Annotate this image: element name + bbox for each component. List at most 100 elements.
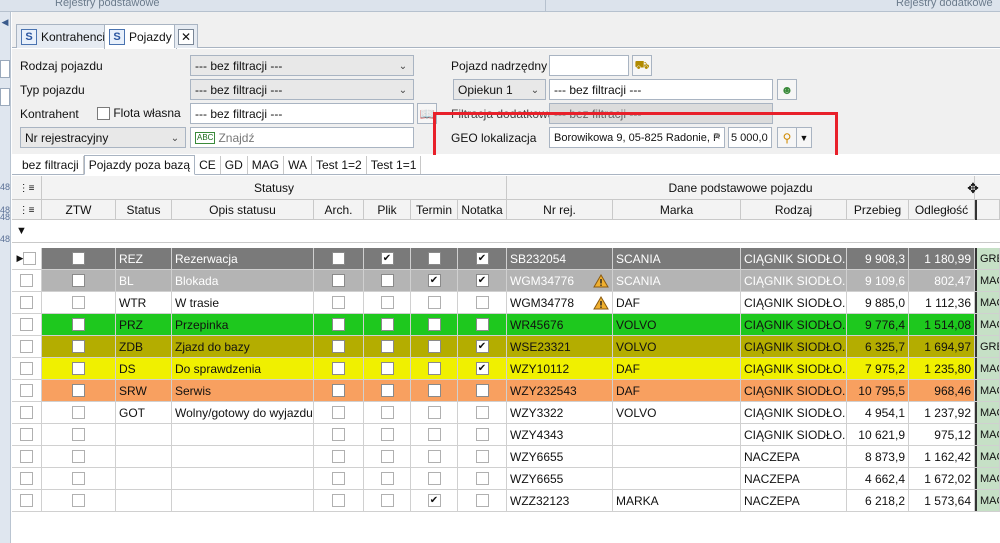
geo-address-input[interactable]: Borowikowa 9, 05-825 Radonie, P ✕: [549, 127, 725, 148]
cell-plik[interactable]: [364, 270, 411, 291]
table-row[interactable]: ▶ REZ Rezerwacja ✔ ✔ SB232054 SCANIA CIĄGNIK SI…: [12, 248, 1000, 270]
termin-checkbox[interactable]: [427, 318, 441, 331]
cell-termin[interactable]: [411, 358, 458, 379]
cell-sel[interactable]: [12, 270, 42, 291]
header-plik[interactable]: Plik: [364, 200, 411, 220]
cell-arch[interactable]: [314, 380, 364, 401]
plik-checkbox[interactable]: [380, 274, 394, 287]
cell-ztw[interactable]: [42, 270, 116, 291]
cell-notatka[interactable]: [458, 292, 507, 313]
arch-checkbox[interactable]: [332, 318, 345, 331]
row-select-checkbox[interactable]: [20, 340, 33, 353]
cell-ztw[interactable]: [42, 446, 116, 467]
arch-checkbox[interactable]: [332, 450, 345, 463]
cell-plik[interactable]: ✔: [364, 248, 411, 269]
table-row[interactable]: WZY6655 NACZEPA4 662,41 672,02MAG: [12, 468, 1000, 490]
cell-arch[interactable]: [314, 358, 364, 379]
plik-checkbox[interactable]: [380, 450, 394, 463]
znajdz-search-input[interactable]: ABC Znajdź: [190, 127, 414, 148]
termin-checkbox[interactable]: ✔: [427, 274, 441, 287]
table-row[interactable]: ✔ WZZ32123 MARKANACZEPA6 218,21 573,64MAG: [12, 490, 1000, 512]
arch-checkbox[interactable]: [332, 340, 345, 353]
cell-ztw[interactable]: [42, 402, 116, 423]
cell-termin[interactable]: ✔: [411, 490, 458, 511]
cell-termin[interactable]: [411, 468, 458, 489]
quick-tab-wa[interactable]: WA: [284, 156, 312, 174]
column-chooser-icon[interactable]: ⋮≡: [12, 176, 42, 200]
row-select-checkbox[interactable]: [20, 296, 33, 309]
notatka-checkbox[interactable]: ✔: [475, 252, 489, 265]
table-row[interactable]: DS Do sprawdzenia ✔ WZY10112 DAF CIĄGNIK SIOD…: [12, 358, 1000, 380]
header-notatka[interactable]: Notatka: [458, 200, 507, 220]
header-termin[interactable]: Termin: [411, 200, 458, 220]
termin-checkbox[interactable]: [427, 428, 441, 441]
cell-arch[interactable]: [314, 270, 364, 291]
ztw-checkbox[interactable]: [72, 340, 85, 353]
cell-notatka[interactable]: [458, 446, 507, 467]
ztw-checkbox[interactable]: [72, 450, 85, 463]
cell-termin[interactable]: [411, 424, 458, 445]
plik-checkbox[interactable]: ✔: [380, 252, 394, 265]
plik-checkbox[interactable]: [380, 494, 394, 507]
cell-termin[interactable]: [411, 248, 458, 269]
row-select-checkbox[interactable]: [20, 472, 33, 485]
typ-pojazdu-select[interactable]: --- bez filtracji --- ⌄: [190, 79, 414, 100]
notatka-checkbox[interactable]: [475, 318, 489, 331]
cell-sel[interactable]: [12, 292, 42, 313]
plik-checkbox[interactable]: [380, 428, 394, 441]
arch-checkbox[interactable]: [332, 384, 345, 397]
tab-pojazdy[interactable]: S Pojazdy: [104, 24, 177, 49]
plik-checkbox[interactable]: [380, 406, 394, 419]
cell-termin[interactable]: [411, 292, 458, 313]
cell-termin[interactable]: [411, 314, 458, 335]
close-tab-button[interactable]: ✕: [174, 24, 198, 48]
header-marka[interactable]: Marka: [613, 200, 741, 220]
cell-notatka[interactable]: [458, 490, 507, 511]
table-row[interactable]: GOT Wolny/gotowy do wyjazdu WZY3322 VOLVO CI…: [12, 402, 1000, 424]
opiekun-filter-input[interactable]: --- bez filtracji ---: [549, 79, 773, 100]
table-row[interactable]: SRW Serwis WZY232543 DAF CIĄGNIK SIODŁO... 10…: [12, 380, 1000, 402]
notatka-checkbox[interactable]: [475, 472, 489, 485]
cell-plik[interactable]: [364, 402, 411, 423]
cell-arch[interactable]: [314, 292, 364, 313]
cell-notatka[interactable]: [458, 402, 507, 423]
row-select-checkbox[interactable]: [20, 428, 33, 441]
plik-checkbox[interactable]: [380, 318, 394, 331]
cell-ztw[interactable]: [42, 468, 116, 489]
cell-ztw[interactable]: [42, 380, 116, 401]
ztw-checkbox[interactable]: [72, 428, 85, 441]
ztw-checkbox[interactable]: [72, 406, 85, 419]
plik-checkbox[interactable]: [380, 384, 394, 397]
cell-plik[interactable]: [364, 292, 411, 313]
ztw-checkbox[interactable]: [72, 472, 85, 485]
notatka-checkbox[interactable]: ✔: [475, 362, 489, 375]
termin-checkbox[interactable]: [427, 296, 441, 309]
notatka-checkbox[interactable]: ✔: [475, 274, 489, 287]
cell-notatka[interactable]: [458, 380, 507, 401]
cell-ztw[interactable]: [42, 358, 116, 379]
table-row[interactable]: WZY4343 CIĄGNIK SIODŁO... 10 621,9 975,12 MA…: [12, 424, 1000, 446]
ztw-checkbox[interactable]: [72, 318, 85, 331]
row-select-checkbox[interactable]: [20, 274, 33, 287]
row-select-checkbox[interactable]: [20, 362, 33, 375]
cell-arch[interactable]: [314, 424, 364, 445]
table-row[interactable]: PRZ Przepinka WR45676 VOLVO CIĄGNIK SIODŁO..…: [12, 314, 1000, 336]
cell-notatka[interactable]: ✔: [458, 248, 507, 269]
cell-sel[interactable]: [12, 468, 42, 489]
ztw-checkbox[interactable]: [72, 296, 85, 309]
geo-radius-input[interactable]: 5 000,0: [728, 127, 772, 148]
plik-checkbox[interactable]: [380, 472, 394, 485]
cell-plik[interactable]: [364, 380, 411, 401]
arch-checkbox[interactable]: [332, 252, 345, 265]
notatka-checkbox[interactable]: [475, 494, 489, 507]
book-lookup-button[interactable]: 📖: [417, 103, 437, 124]
cell-plik[interactable]: [364, 490, 411, 511]
termin-checkbox[interactable]: [427, 472, 441, 485]
cell-notatka[interactable]: [458, 424, 507, 445]
row-select-checkbox[interactable]: [23, 252, 37, 265]
ztw-checkbox[interactable]: [72, 274, 85, 287]
termin-checkbox[interactable]: [427, 362, 441, 375]
geo-dropdown-button[interactable]: ▼: [796, 127, 812, 148]
filtracja-dodatkowa-input[interactable]: --- bez filtracji ---: [549, 103, 773, 124]
row-select-checkbox[interactable]: [20, 450, 33, 463]
